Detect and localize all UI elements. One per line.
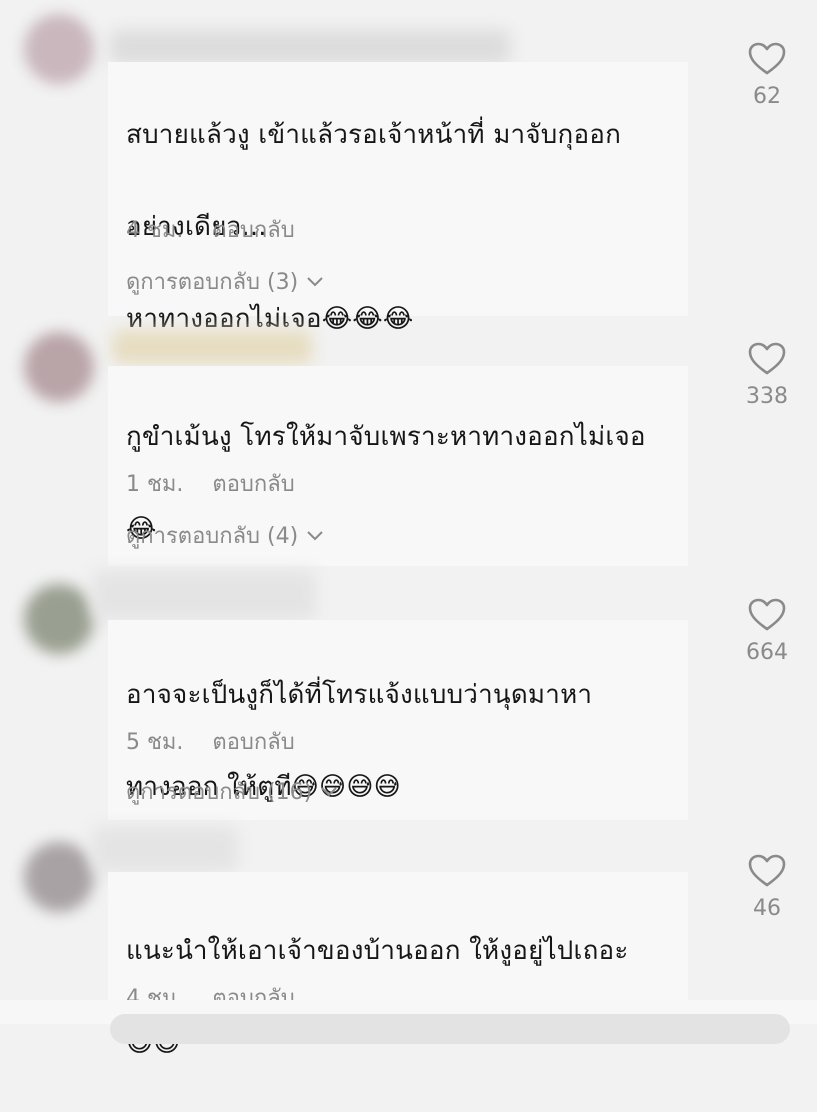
like-count: 338 xyxy=(746,384,788,409)
comment-timestamp: 1 ชม. xyxy=(126,472,184,497)
comment-meta: 5 ชม. ตอบกลับ xyxy=(126,724,295,759)
like-count: 46 xyxy=(753,896,781,921)
reply-button[interactable]: ตอบกลับ xyxy=(212,218,294,243)
comment-meta: 1 ชม. ตอบกลับ xyxy=(126,466,295,501)
username-redacted[interactable] xyxy=(92,570,316,620)
comment-item: สบายแล้วงู เข้าแล้วรอเจ้าหน้าที่ มาจับกุ… xyxy=(0,0,817,334)
like-button[interactable]: 62 xyxy=(739,42,795,109)
comment-timestamp: 5 ชม. xyxy=(126,730,184,755)
comment-meta: 4 ชม. ตอบกลับ xyxy=(126,212,295,247)
heart-outline-icon xyxy=(748,854,786,887)
username-redacted[interactable] xyxy=(92,826,238,872)
comment-text-line: แนะนำให้เอาเจ้าของบ้านออก ให้งูอยู่ไปเถอ… xyxy=(126,936,629,966)
like-count: 664 xyxy=(746,640,788,665)
comment-item: กูขำเม้นงู โทรให้มาจับเพราะหาทางออกไม่เจ… xyxy=(0,316,817,572)
like-button[interactable]: 664 xyxy=(727,598,807,665)
view-replies-button[interactable]: ดูการตอบกลับ (16) xyxy=(126,774,338,809)
avatar[interactable] xyxy=(24,332,94,402)
like-count: 62 xyxy=(753,84,781,109)
avatar[interactable] xyxy=(24,842,94,912)
like-button[interactable]: 46 xyxy=(739,854,795,921)
view-replies-label: ดูการตอบกลับ (4) xyxy=(126,524,299,549)
comment-text-line: อาจจะเป็นงูก็ได้ที่โทรแจ้งแบบว่านุดมาหา xyxy=(126,680,593,710)
avatar[interactable] xyxy=(24,584,94,654)
chevron-down-icon xyxy=(307,530,323,540)
heart-outline-icon xyxy=(748,42,786,75)
username-redacted[interactable] xyxy=(112,330,312,364)
reply-button[interactable]: ตอบกลับ xyxy=(212,472,294,497)
like-button[interactable]: 338 xyxy=(727,342,807,409)
chevron-down-icon xyxy=(307,276,323,286)
view-replies-label: ดูการตอบกลับ (3) xyxy=(126,270,299,295)
view-replies-label: ดูการตอบกลับ (16) xyxy=(126,780,313,805)
heart-outline-icon xyxy=(748,342,786,375)
comment-input-pill[interactable] xyxy=(110,1014,790,1044)
comment-item: อาจจะเป็นงูก็ได้ที่โทรแจ้งแบบว่านุดมาหา … xyxy=(0,570,817,826)
view-replies-button[interactable]: ดูการตอบกลับ (3) xyxy=(126,264,324,299)
comment-text-line: สบายแล้วงู เข้าแล้วรอเจ้าหน้าที่ มาจับกุ… xyxy=(126,120,622,150)
username-redacted[interactable] xyxy=(110,30,510,64)
comment-item: แนะนำให้เอาเจ้าของบ้านออก ให้งูอยู่ไปเถอ… xyxy=(0,826,817,1058)
comment-text-line: กูขำเม้นงู โทรให้มาจับเพราะหาทางออกไม่เจ… xyxy=(126,422,646,452)
chevron-down-icon xyxy=(321,786,337,796)
heart-outline-icon xyxy=(748,598,786,631)
reply-button[interactable]: ตอบกลับ xyxy=(212,730,294,755)
comment-timestamp: 4 ชม. xyxy=(126,218,184,243)
avatar[interactable] xyxy=(24,14,94,84)
view-replies-button[interactable]: ดูการตอบกลับ (4) xyxy=(126,518,324,553)
